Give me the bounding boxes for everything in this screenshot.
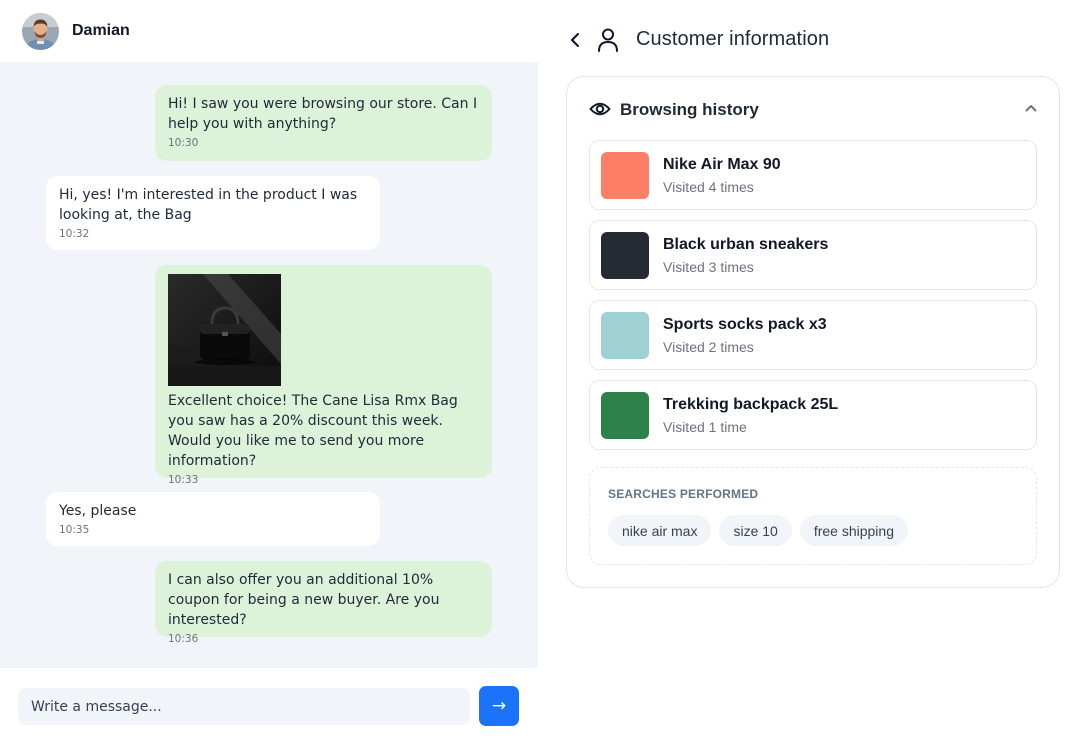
product-thumbnail <box>601 392 649 439</box>
product-name: Black urban sneakers <box>663 236 829 253</box>
message-composer: → <box>0 668 538 744</box>
message-text: Hi! I saw you were browsing our store. C… <box>168 96 478 132</box>
message-text: Yes, please <box>59 503 137 519</box>
message-text: I can also offer you an additional 10% c… <box>168 572 440 628</box>
search-chip[interactable]: free shipping <box>799 515 908 546</box>
search-chip[interactable]: nike air max <box>608 515 712 546</box>
message-time: 10:35 <box>59 524 90 536</box>
product-thumbnail <box>601 152 649 199</box>
message-time: 10:33 <box>168 474 199 486</box>
chat-panel: Damian Hi! I saw you were browsing our s… <box>0 0 538 744</box>
message-text: Excellent choice! The Cane Lisa Rmx Bag … <box>168 393 458 469</box>
eye-icon <box>589 102 611 116</box>
avatar[interactable] <box>22 12 59 50</box>
page-title: Customer information <box>636 28 830 50</box>
product-thumbnail <box>601 312 649 359</box>
history-item[interactable]: Black urban sneakers Visited 3 times <box>589 220 1037 290</box>
visit-count: Visited 2 times <box>663 339 754 355</box>
send-button[interactable]: → <box>479 686 519 726</box>
chat-header: Damian <box>0 0 538 62</box>
arrow-right-icon: → <box>491 696 507 716</box>
section-title: Browsing history <box>620 100 759 119</box>
outgoing-message: I can also offer you an additional 10% c… <box>155 561 492 645</box>
visit-count: Visited 3 times <box>663 259 754 275</box>
contact-name: Damian <box>72 22 130 39</box>
visit-count: Visited 1 time <box>663 419 747 435</box>
history-item[interactable]: Nike Air Max 90 Visited 4 times <box>589 140 1037 210</box>
incoming-message: Hi, yes! I'm interested in the product I… <box>46 176 380 250</box>
message-time: 10:36 <box>168 633 199 645</box>
message-input[interactable] <box>18 688 470 725</box>
history-item[interactable]: Trekking backpack 25L Visited 1 time <box>589 380 1037 450</box>
visit-count: Visited 4 times <box>663 179 754 195</box>
message-time: 10:32 <box>59 228 90 240</box>
customer-panel: Customer information Browsing history Ni… <box>538 0 1088 744</box>
history-item[interactable]: Sports socks pack x3 Visited 2 times <box>589 300 1037 370</box>
product-photo-bag[interactable] <box>168 274 281 386</box>
browsing-history-card: Browsing history Nike Air Max 90 Visited… <box>566 76 1060 588</box>
product-name: Nike Air Max 90 <box>663 156 781 173</box>
user-icon <box>598 28 618 52</box>
message-text: Hi, yes! I'm interested in the product I… <box>59 187 358 223</box>
outgoing-message: Excellent choice! The Cane Lisa Rmx Bag … <box>155 265 492 486</box>
chevron-left-icon <box>570 32 580 48</box>
panel-header: Customer information <box>538 18 1088 62</box>
product-name: Trekking backpack 25L <box>663 396 839 413</box>
message-time: 10:30 <box>168 137 199 149</box>
searches-label: SEARCHES PERFORMED <box>608 487 759 501</box>
back-button[interactable] <box>566 30 584 50</box>
product-thumbnail <box>601 232 649 279</box>
message-list[interactable]: Hi! I saw you were browsing our store. C… <box>0 62 538 668</box>
browsing-history-header[interactable]: Browsing history <box>589 97 1039 125</box>
search-chips: nike air max size 10 free shipping <box>608 515 908 546</box>
chevron-up-icon[interactable] <box>1025 104 1037 112</box>
search-chip[interactable]: size 10 <box>719 515 792 546</box>
product-name: Sports socks pack x3 <box>663 316 827 333</box>
avatar-image <box>22 12 59 50</box>
outgoing-message: Hi! I saw you were browsing our store. C… <box>155 85 492 161</box>
searches-performed: SEARCHES PERFORMED nike air max size 10 … <box>589 467 1037 565</box>
incoming-message: Yes, please 10:35 <box>46 492 380 546</box>
